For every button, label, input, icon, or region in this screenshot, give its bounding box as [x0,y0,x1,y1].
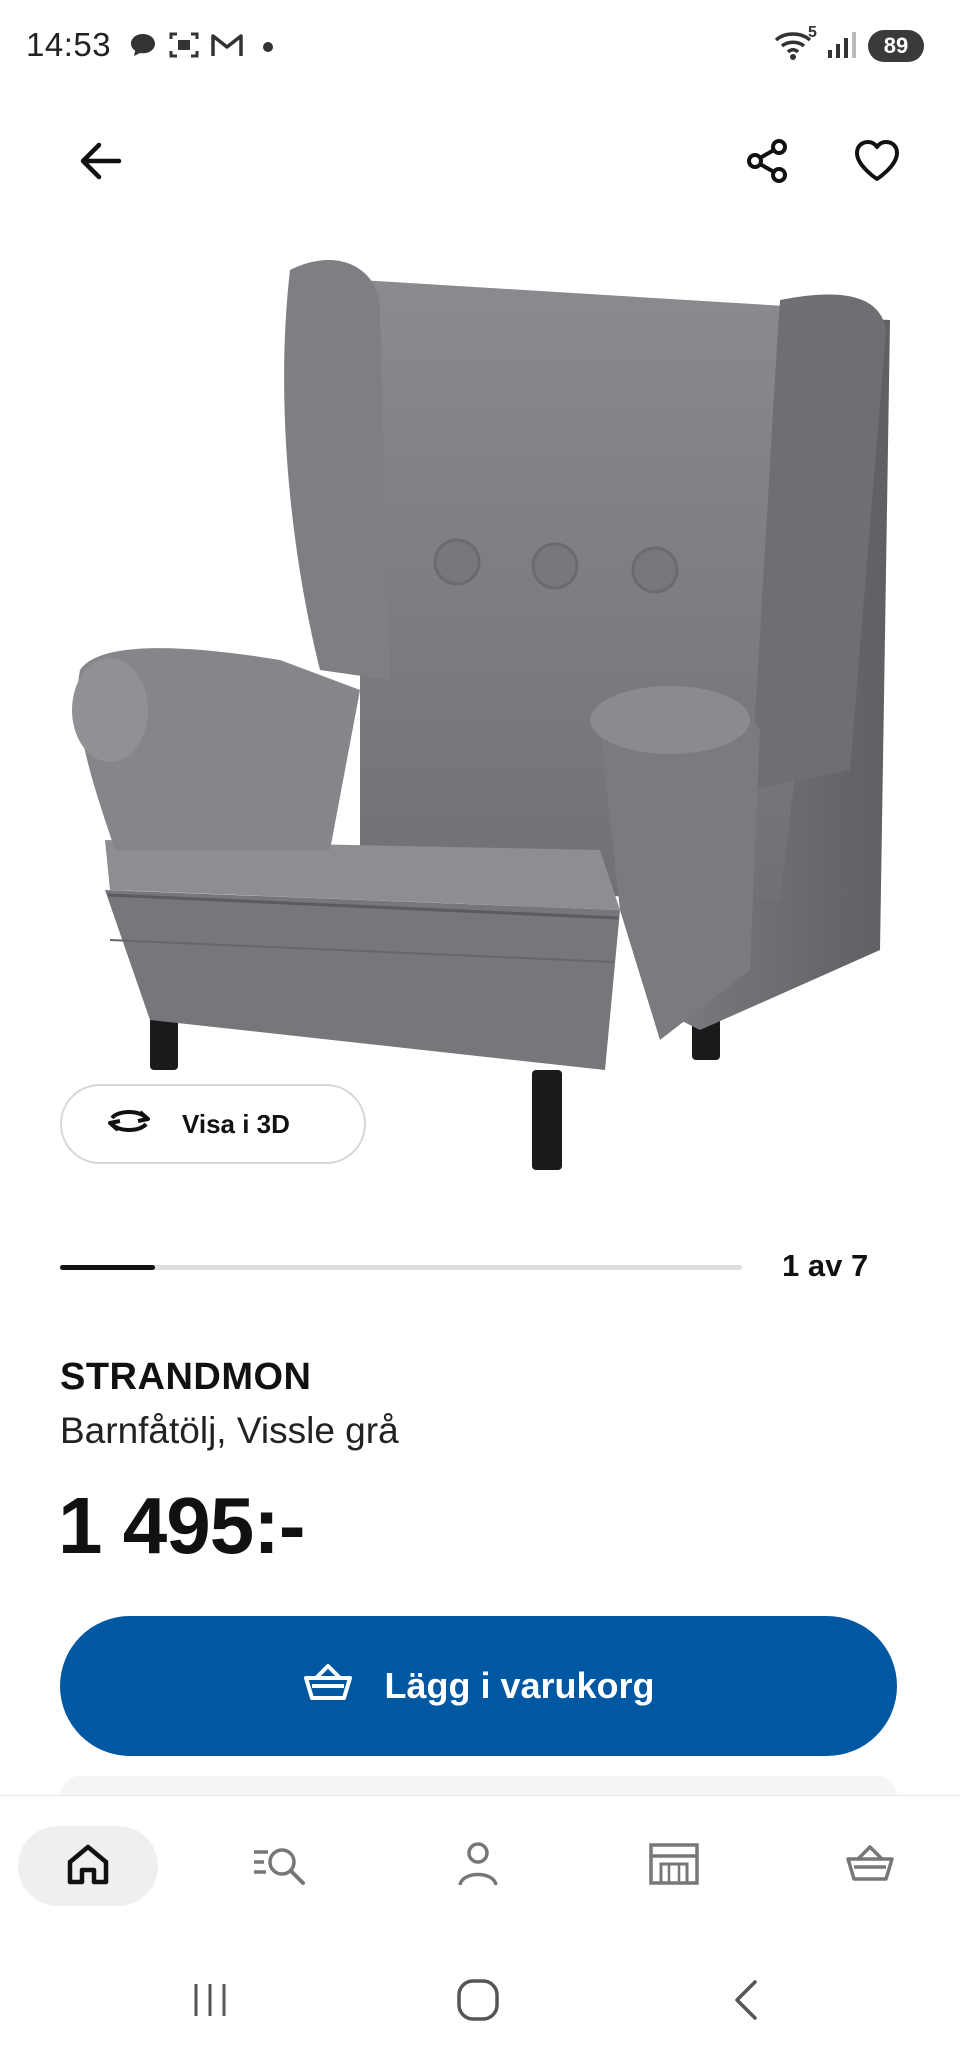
chat-bubble-icon [128,30,158,65]
system-home-button[interactable] [428,1967,528,2037]
view-3d-label: Visa i 3D [182,1108,290,1139]
screenshot-icon [168,30,200,65]
gmail-icon [210,30,244,65]
system-navigation-bar [0,1945,960,2059]
dot-icon [262,40,274,58]
recents-icon [190,1982,230,2023]
status-time: 14:53 [26,26,112,63]
gallery-progress-bar [60,1265,742,1270]
nav-home[interactable] [18,1826,158,1906]
home-icon [65,1842,111,1891]
gallery-progress-fill [60,1265,156,1270]
rotate-icon [104,1106,154,1143]
heart-icon [853,139,901,188]
store-icon [648,1842,700,1891]
arrow-left-icon [77,141,123,186]
battery-indicator: 89 [868,30,924,62]
add-to-cart-label: Lägg i varukorg [384,1665,655,1706]
share-icon [743,137,791,190]
basket-icon [302,1662,354,1711]
product-price: 1 495:- [58,1481,305,1570]
nav-basket[interactable] [800,1826,940,1906]
add-to-cart-button[interactable]: Lägg i varukorg [60,1616,897,1756]
back-button[interactable] [65,128,135,198]
nav-store[interactable] [604,1826,744,1906]
gallery-counter: 1 av 7 [782,1248,869,1283]
basket-icon [844,1843,896,1890]
bottom-navigation [0,1795,960,1946]
nav-profile[interactable] [408,1826,548,1906]
favorite-button[interactable] [842,128,912,198]
share-button[interactable] [732,128,802,198]
recents-button[interactable] [160,1967,260,2037]
product-name: STRANDMON [60,1356,312,1398]
product-description: Barnfåtölj, Vissle grå [60,1410,399,1451]
product-image[interactable] [60,250,900,1190]
profile-icon [456,1841,500,1892]
wifi-badge: 5 [808,24,817,41]
search-list-icon [252,1842,312,1891]
signal-icon [826,30,860,65]
nav-search[interactable] [212,1826,352,1906]
view-3d-button[interactable]: Visa i 3D [60,1084,366,1164]
system-back-button[interactable] [696,1967,796,2037]
back-chevron-icon [731,1978,761,2027]
home-circle-icon [456,1978,500,2027]
